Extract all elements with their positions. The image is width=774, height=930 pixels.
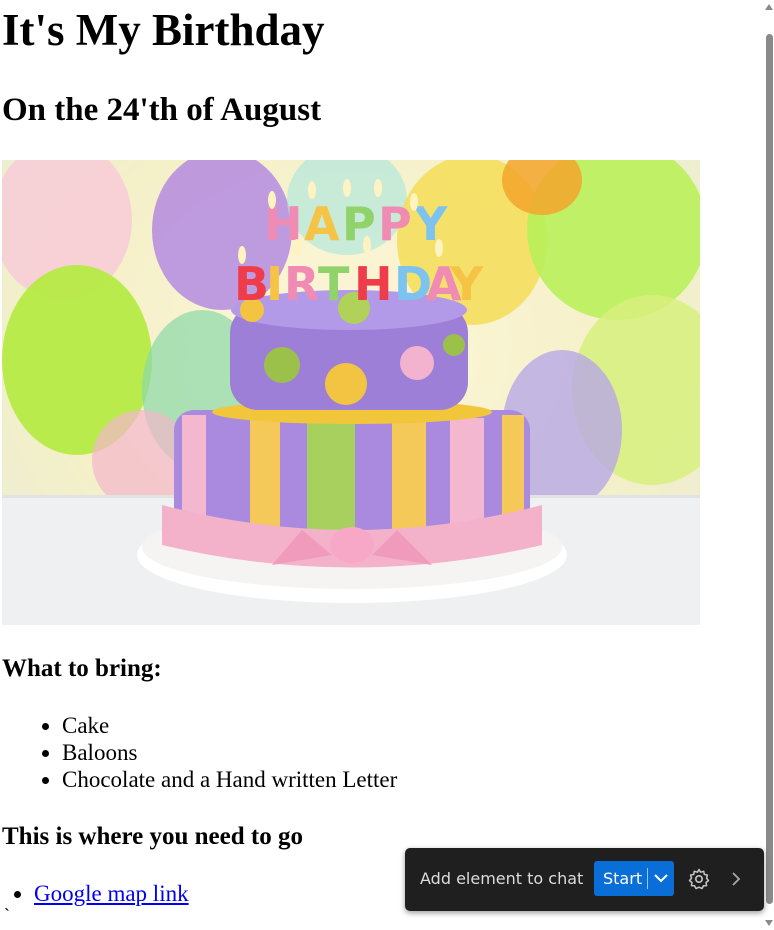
svg-text:A: A bbox=[304, 197, 340, 251]
list-item: Baloons bbox=[62, 739, 397, 766]
svg-text:I: I bbox=[266, 257, 283, 311]
add-element-to-chat-toolbar: Add element to chat Start bbox=[405, 848, 764, 911]
chat-toolbar-label: Add element to chat bbox=[420, 869, 584, 888]
directions-list: Google map link bbox=[2, 880, 189, 908]
start-button-label: Start bbox=[603, 869, 643, 888]
scrollbar-thumb[interactable] bbox=[766, 34, 773, 904]
page-title: It's My Birthday bbox=[2, 5, 325, 55]
chevron-right-icon[interactable] bbox=[727, 869, 745, 889]
list-item: Cake bbox=[62, 712, 397, 739]
page-subtitle: On the 24'th of August bbox=[2, 92, 322, 128]
svg-text:B: B bbox=[234, 257, 269, 311]
list-item: Google map link bbox=[34, 880, 189, 908]
stray-character: ` bbox=[4, 905, 10, 925]
scroll-up-arrow-icon[interactable] bbox=[765, 4, 773, 10]
vertical-scrollbar[interactable] bbox=[762, 0, 774, 930]
bring-list: Cake Baloons Chocolate and a Hand writte… bbox=[2, 712, 397, 793]
list-item: Chocolate and a Hand written Letter bbox=[62, 766, 397, 793]
svg-text:P: P bbox=[378, 197, 412, 251]
google-map-link[interactable]: Google map link bbox=[34, 881, 189, 906]
scroll-down-arrow-icon[interactable] bbox=[765, 920, 773, 926]
birthday-cake-image: H A P P Y B I R T H D A Y bbox=[2, 160, 700, 625]
start-button[interactable]: Start bbox=[594, 861, 674, 896]
svg-text:H: H bbox=[354, 257, 393, 311]
svg-text:Y: Y bbox=[413, 197, 448, 251]
svg-text:T: T bbox=[318, 257, 350, 311]
chevron-down-icon[interactable] bbox=[652, 868, 670, 888]
svg-text:Y: Y bbox=[449, 257, 484, 311]
directions-heading: This is where you need to go bbox=[2, 823, 303, 850]
start-button-divider bbox=[647, 868, 648, 889]
svg-text:R: R bbox=[284, 257, 319, 311]
bring-heading: What to bring: bbox=[2, 655, 162, 682]
gear-icon[interactable] bbox=[687, 867, 711, 891]
